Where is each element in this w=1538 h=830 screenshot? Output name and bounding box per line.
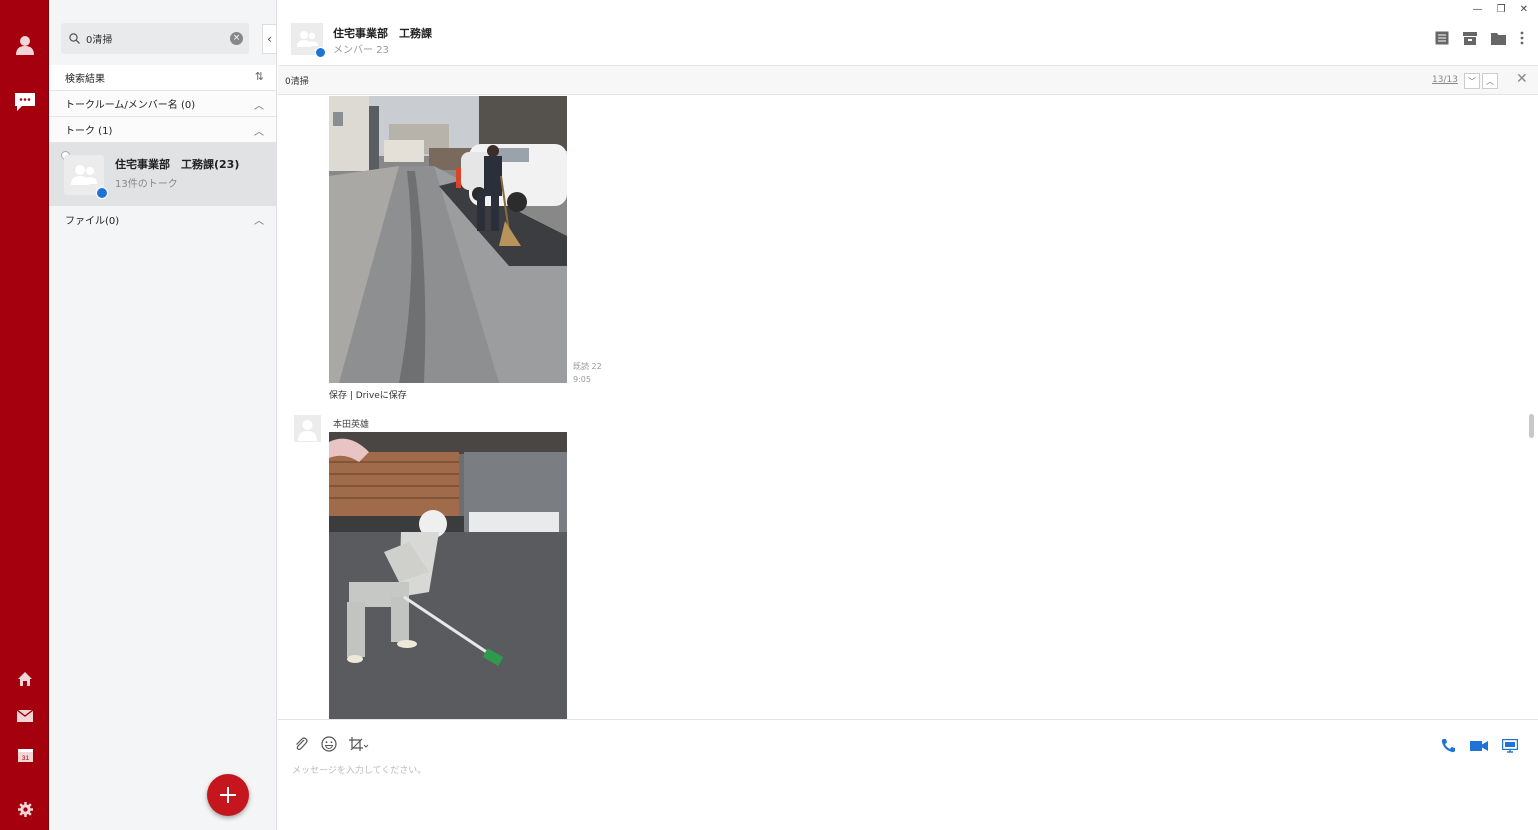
message-photo[interactable] [329,432,567,719]
in-chat-search-bar: 0清掃 13/13 ﹀ ︿ ✕ [278,66,1538,95]
home-icon[interactable] [12,666,38,692]
result-title: 住宅事業部 工務課(23) [115,158,240,171]
chat-icon[interactable] [12,89,38,115]
group-avatar [64,155,108,199]
calendar-icon[interactable]: 31 [12,741,38,767]
room-title: 住宅事業部 工務課 [333,27,432,40]
section-talks[interactable]: トーク (1) ︿ [49,117,276,143]
sort-icon[interactable]: ⇅ [255,70,264,83]
search-query: 0清掃 [285,77,309,87]
search-icon [69,33,80,44]
scrollbar-thumb[interactable] [1529,414,1534,438]
message-time: 9:05 [573,375,591,384]
room-avatar[interactable] [291,23,326,58]
restore-icon[interactable]: ❐ [1497,4,1506,15]
emoji-icon[interactable] [321,736,337,752]
sender-name: 本田英雄 [333,420,370,430]
collapse-sidebar-button[interactable]: ‹ [262,24,277,54]
search-result-counter[interactable]: 13/13 [1432,75,1458,85]
new-chat-button[interactable] [207,774,249,816]
sidebar: 0清掃 × ‹ 検索結果 ⇅ トークルーム/メンバー名 (0) ︿ トーク (1… [49,0,277,830]
section-rooms-label: トークルーム/メンバー名 (0) [65,100,196,111]
read-count[interactable]: 既読 22 [573,361,602,372]
composer-tools [293,736,369,752]
section-rooms[interactable]: トークルーム/メンバー名 (0) ︿ [49,91,276,117]
phone-icon[interactable] [1441,738,1456,753]
save-links[interactable]: 保存 | Driveに保存 [329,388,407,401]
minimize-icon[interactable]: — [1473,4,1483,15]
album-icon[interactable] [1463,31,1477,45]
chat-header: 住宅事業部 工務課 メンバー 23 — ❐ ✕ [278,0,1538,66]
search-result-item[interactable]: 住宅事業部 工務課(23) 13件のトーク [49,143,276,207]
mail-icon[interactable] [12,703,38,729]
result-subtitle: 13件のトーク [115,179,178,190]
header-toolbar [1435,31,1524,45]
settings-icon[interactable] [12,796,38,822]
attach-icon[interactable] [293,736,309,752]
group-badge-icon [96,187,108,199]
svg-text:31: 31 [21,755,29,762]
left-rail: 31 [0,0,49,830]
plus-icon [220,787,236,803]
clear-icon[interactable]: × [230,32,243,45]
results-header-label: 検索結果 [65,74,105,85]
section-files[interactable]: ファイル(0) ︿ [49,206,276,232]
group-badge-icon [315,47,326,58]
results-header: 検索結果 ⇅ [49,65,276,91]
message-list: 既読 22 9:05 保存 | Driveに保存 本田英雄 [278,96,1526,719]
chat-main: 住宅事業部 工務課 メンバー 23 — ❐ ✕ 0清掃 13/13 ﹀ ︿ ✕ [278,0,1538,830]
chevron-up-icon[interactable]: ︿ [254,97,264,112]
window-close-icon[interactable]: ✕ [1520,4,1528,15]
close-search-icon[interactable]: ✕ [1516,71,1528,87]
room-member-count: メンバー 23 [333,45,389,56]
window-controls: — ❐ ✕ [1473,4,1528,15]
note-icon[interactable] [1435,31,1449,45]
profile-icon[interactable] [12,32,38,58]
chevron-up-icon[interactable]: ︿ [254,212,264,227]
section-talks-label: トーク (1) [65,126,113,137]
prev-result-button[interactable]: ︿ [1482,73,1498,89]
section-files-label: ファイル(0) [65,215,120,227]
more-icon[interactable] [1520,31,1524,45]
sidebar-search-input[interactable]: 0清掃 × [61,23,249,54]
folder-icon[interactable] [1491,32,1506,45]
message-input[interactable]: メッセージを入力してください。 [292,763,426,776]
video-icon[interactable] [1470,740,1488,752]
chevron-up-icon[interactable]: ︿ [254,123,264,138]
sender-avatar[interactable] [294,415,321,442]
next-result-button[interactable]: ﹀ [1464,73,1480,89]
screenshot-icon[interactable] [349,736,369,752]
message-composer: メッセージを入力してください。 [278,719,1538,830]
screen-share-icon[interactable] [1502,738,1518,753]
search-input-value: 0清掃 [86,35,113,46]
call-tools [1441,738,1518,753]
message-photo[interactable] [329,96,567,383]
